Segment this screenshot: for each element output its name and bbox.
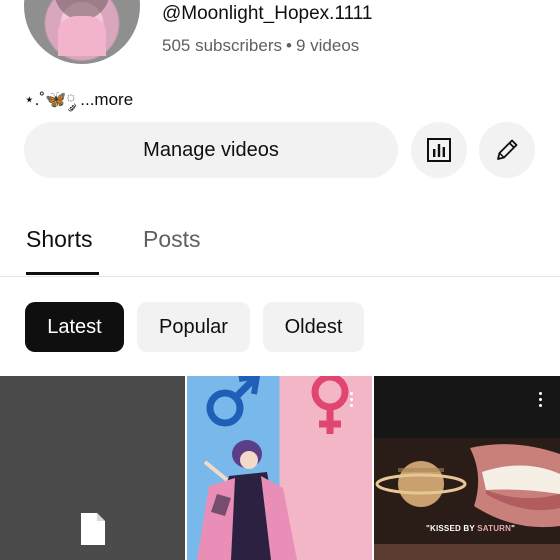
pencil-icon (497, 139, 518, 160)
short-more-options-icon[interactable] (348, 392, 354, 407)
filter-latest-chip[interactable]: Latest (25, 302, 124, 352)
short-thumbnail-gender-art[interactable] (187, 376, 372, 560)
analytics-icon (427, 138, 451, 162)
caption-text-highlight: SATURN (477, 524, 512, 533)
subscriber-count: 505 subscribers (162, 36, 283, 55)
channel-handle: @Moonlight_Hopex.1111 (162, 3, 373, 24)
filter-oldest-chip[interactable]: Oldest (263, 302, 364, 352)
filter-popular-chip[interactable]: Popular (137, 302, 250, 352)
avatar-dress (58, 16, 106, 56)
short-thumbnail-saturn[interactable]: "KISSED BY SATURN" (374, 376, 560, 560)
video-count: 9 videos (295, 36, 360, 55)
short-artwork (197, 376, 349, 560)
short-thumbnail-processing[interactable] (0, 376, 185, 560)
manage-videos-button[interactable]: Manage videos (24, 122, 398, 178)
channel-tabs: Shorts Posts (0, 214, 560, 277)
channel-bio[interactable]: ⋆.˚🦋༘ ...more (24, 80, 133, 128)
male-symbol-icon (206, 376, 261, 427)
analytics-button[interactable] (411, 122, 467, 178)
tab-shorts[interactable]: Shorts (26, 226, 92, 253)
short-caption: "KISSED BY SATURN" (426, 524, 515, 533)
female-symbol-icon (311, 376, 349, 434)
short-more-options-icon[interactable] (537, 392, 543, 407)
stats-separator: • (286, 36, 292, 55)
anime-character-illustration (197, 440, 297, 560)
caption-text-end: " (511, 524, 516, 533)
tab-selected-indicator (26, 272, 99, 275)
channel-avatar[interactable] (24, 0, 140, 64)
edit-button[interactable] (479, 122, 535, 178)
tab-posts[interactable]: Posts (143, 226, 201, 253)
caption-text-start: "KISSED BY (426, 524, 478, 533)
channel-stats: 505 subscribers • 9 videos (162, 36, 359, 56)
file-icon (81, 513, 105, 545)
